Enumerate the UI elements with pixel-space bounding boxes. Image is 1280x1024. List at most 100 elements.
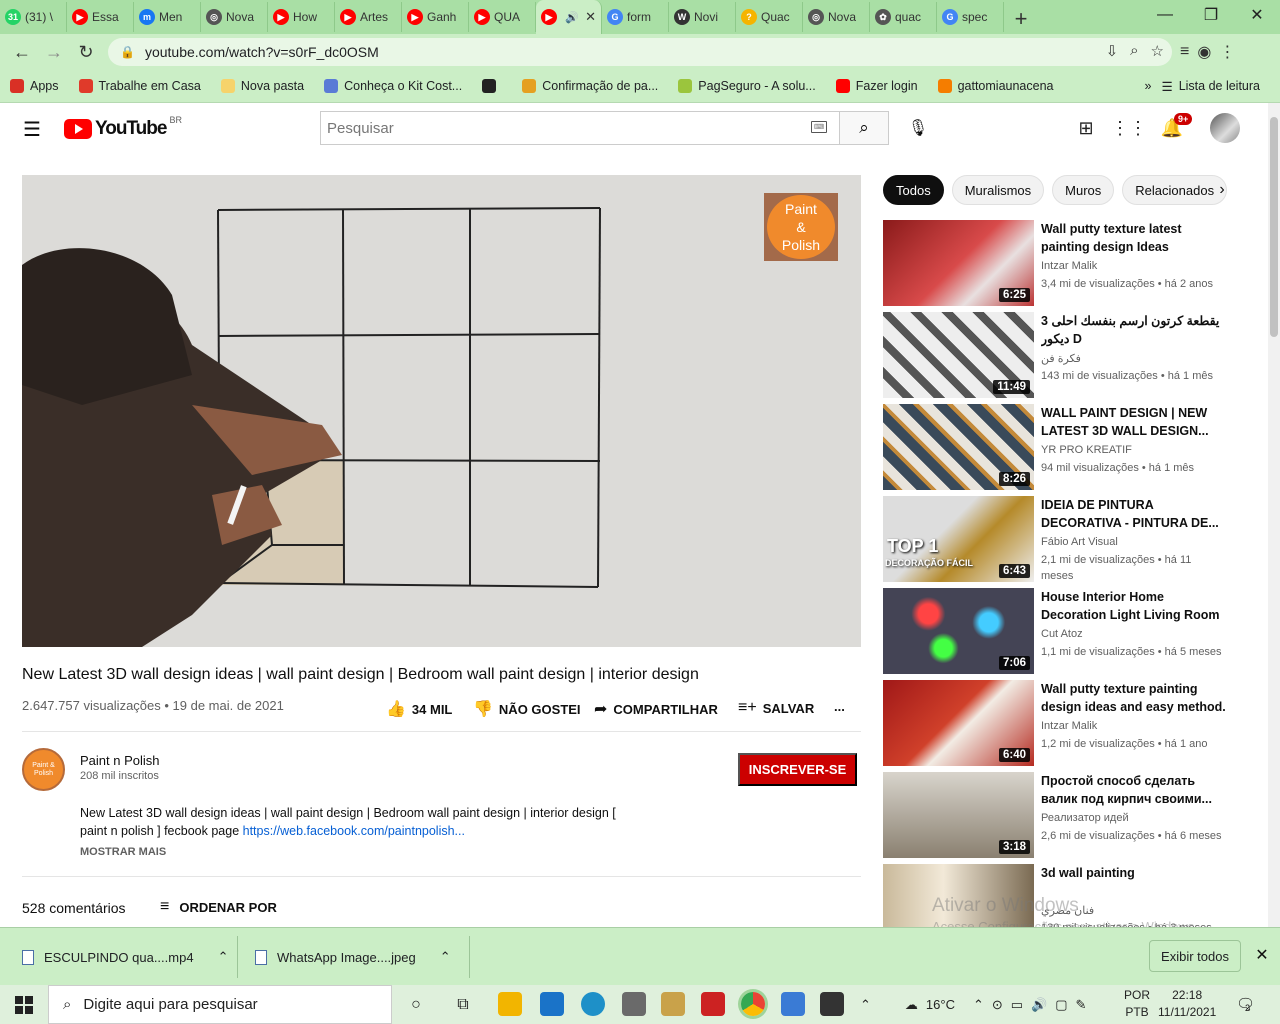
browser-tab[interactable]: Gform [602, 2, 669, 32]
address-bar[interactable]: 🔒 youtube.com/watch?v=s0rF_dc0OSM ⇩ ⌕ ☆ [108, 38, 1172, 66]
media-control-icon[interactable]: ≡ [1180, 43, 1189, 61]
close-window-button[interactable]: ✕ [1234, 0, 1280, 30]
like-button[interactable]: 👍 34 MIL [386, 699, 452, 719]
chevron-up-icon[interactable]: ⌃ [440, 949, 451, 965]
recommended-channel[interactable]: فكرة فن [1041, 352, 1081, 365]
task-view-icon[interactable]: ⧉ [449, 991, 477, 1019]
bookmark-star-icon[interactable]: ☆ [1151, 42, 1164, 60]
cortana-icon[interactable]: ○ [402, 991, 430, 1019]
bookmark-item[interactable]: PagSeguro - A solu... [678, 79, 816, 93]
browser-tab[interactable]: Gspec [937, 2, 1004, 32]
back-arrow-icon[interactable]: ← [6, 36, 38, 68]
filter-chip[interactable]: Muros [1052, 175, 1115, 205]
more-actions-button[interactable]: ... [834, 699, 845, 714]
bookmark-item[interactable]: Fazer login [835, 79, 918, 93]
windows-start-button[interactable] [0, 985, 48, 1024]
video-thumbnail[interactable]: 7:06 [883, 588, 1034, 674]
recommended-channel[interactable]: Cut Atoz [1041, 628, 1083, 640]
recommended-video[interactable]: 11:49 3 يقطعة كرتون ارسم بنفسك احلى ديكور… [883, 312, 1233, 398]
clock[interactable]: 22:18 11/11/2021 [1158, 987, 1216, 1021]
user-avatar[interactable] [1210, 113, 1240, 143]
network-icon[interactable]: ⊙ [992, 997, 1003, 1013]
edge-icon[interactable] [581, 992, 605, 1016]
recommended-title[interactable]: WALL PAINT DESIGN | NEW LATEST 3D WALL D… [1041, 404, 1226, 440]
sort-comments-button[interactable]: ≡ ORDENAR POR [160, 898, 277, 916]
bookmark-item[interactable]: gattomiaunacena [937, 79, 1053, 93]
chevron-right-icon[interactable]: › [1210, 178, 1234, 202]
browser-tab[interactable]: ▶ How [268, 2, 335, 32]
create-video-icon[interactable]: ⊞ [1074, 116, 1098, 140]
recommended-video[interactable]: 8:26 WALL PAINT DESIGN | NEW LATEST 3D WA… [883, 404, 1233, 490]
description-link[interactable]: https://web.facebook.com/paintnpolish... [243, 824, 465, 838]
microphone-icon[interactable]: 🎙 [903, 113, 933, 143]
browser-tab[interactable]: ▶ Essa [67, 2, 134, 32]
browser-tab[interactable]: ▶ QUA [469, 2, 536, 32]
chevron-up-icon[interactable]: ⌃ [218, 949, 229, 965]
mail-icon[interactable] [540, 992, 564, 1016]
temperature[interactable]: 16°C [926, 997, 955, 1012]
bookmark-item[interactable]: Confirmação de pa... [522, 79, 658, 93]
browser-tab[interactable]: W Novi [669, 2, 736, 32]
language-indicator[interactable]: POR PTB [1124, 987, 1150, 1021]
url-text[interactable]: youtube.com/watch?v=s0rF_dc0OSM [145, 44, 379, 60]
search-button[interactable]: ⌕ [839, 111, 889, 145]
pen-icon[interactable]: ✎ [1076, 997, 1087, 1013]
channel-name[interactable]: Paint n Polish [80, 753, 160, 768]
recommended-channel[interactable]: Реализатор идей [1041, 812, 1129, 824]
browser-tab[interactable]: ✿ quac [870, 2, 937, 32]
download-item[interactable]: WhatsApp Image....jpeg ⌃ [255, 928, 451, 986]
file-explorer-icon[interactable] [498, 992, 522, 1016]
recommended-channel[interactable]: Fábio Art Visual [1041, 536, 1118, 548]
bookmark-item[interactable]: Conheça o Kit Cost... [324, 79, 462, 93]
taskbar-search-input[interactable]: ⌕ Digite aqui para pesquisar [48, 985, 392, 1024]
recommended-title[interactable]: IDEIA DE PINTURA DECORATIVA - PINTURA DE… [1041, 496, 1226, 532]
browser-tab[interactable]: ▶ 🔊 ✕ [536, 0, 602, 34]
paint-icon[interactable] [661, 992, 685, 1016]
close-tab-icon[interactable]: ✕ [585, 9, 596, 25]
show-all-downloads-button[interactable]: Exibir todos [1149, 940, 1241, 972]
chrome-icon[interactable] [741, 992, 765, 1016]
recommended-title[interactable]: 3d wall painting [1041, 864, 1226, 882]
recommended-video[interactable]: 3:18 Простой способ сделать валик под кир… [883, 772, 1233, 858]
subscribe-button[interactable]: INSCREVER-SE [738, 753, 857, 786]
recommended-video[interactable]: 6:25 Wall putty texture latest painting d… [883, 220, 1233, 306]
browser-tab[interactable]: ◎ Nova [803, 2, 870, 32]
reload-icon[interactable]: ↻ [70, 36, 102, 68]
search-input[interactable]: Pesquisar ⌨ [320, 111, 840, 145]
recommended-video[interactable]: 7:06 House Interior Home Decoration Light… [883, 588, 1233, 674]
recommended-channel[interactable]: Intzar Malik [1041, 720, 1097, 732]
forward-arrow-icon[interactable]: → [38, 36, 70, 68]
recommended-title[interactable]: House Interior Home Decoration Light Liv… [1041, 588, 1226, 624]
video-thumbnail[interactable]: TOP 1 DECORAÇÃO FÁCIL 6:43 [883, 496, 1034, 582]
recommended-video[interactable]: TOP 1 DECORAÇÃO FÁCIL 6:43 IDEIA DE PINTURA… [883, 496, 1233, 582]
zoom-icon[interactable]: ⌕ [1130, 42, 1138, 60]
video-thumbnail[interactable]: 6:25 [883, 220, 1034, 306]
save-button[interactable]: ≡+ SALVAR [738, 699, 814, 717]
browser-tab[interactable]: m Men [134, 2, 201, 32]
browser-tab[interactable]: 31 (31) \ [0, 2, 67, 32]
extension-icon[interactable]: ◉ [1197, 42, 1211, 62]
notification-center-icon[interactable]: 🗨 2 [1236, 993, 1260, 1015]
video-thumbnail[interactable]: 6:40 [883, 680, 1034, 766]
bookmarks-more-button[interactable]: » [1145, 79, 1152, 93]
youtube-logo[interactable]: YouTube BR [64, 115, 182, 140]
reading-list-button[interactable]: ☰ Lista de leitura [1161, 79, 1260, 94]
video-thumbnail[interactable]: 11:49 [883, 312, 1034, 398]
bookmark-item[interactable] [482, 79, 502, 93]
video-player[interactable]: Paint & Polish [22, 175, 861, 647]
close-icon[interactable]: ✕ [1252, 945, 1272, 965]
menu-icon[interactable]: ☰ [20, 117, 44, 141]
install-app-icon[interactable]: ⇩ [1106, 42, 1119, 60]
battery-icon[interactable]: ▭ [1011, 997, 1023, 1013]
display-icon[interactable]: ▢ [1055, 997, 1067, 1013]
recommended-channel[interactable]: YR PRO KREATIF [1041, 444, 1132, 456]
channel-avatar[interactable]: Paint & Polish [22, 748, 65, 791]
page-scrollbar[interactable] [1268, 103, 1280, 927]
app-icon[interactable] [622, 992, 646, 1016]
bookmark-item[interactable]: Trabalhe em Casa [78, 79, 201, 93]
recommended-title[interactable]: Простой способ сделать валик под кирпич … [1041, 772, 1226, 808]
filter-chip[interactable]: Todos [883, 175, 944, 205]
weather-icon[interactable]: ☁ [905, 997, 918, 1013]
share-button[interactable]: ➦ COMPARTILHAR [594, 699, 718, 719]
minimize-button[interactable]: — [1142, 0, 1188, 30]
